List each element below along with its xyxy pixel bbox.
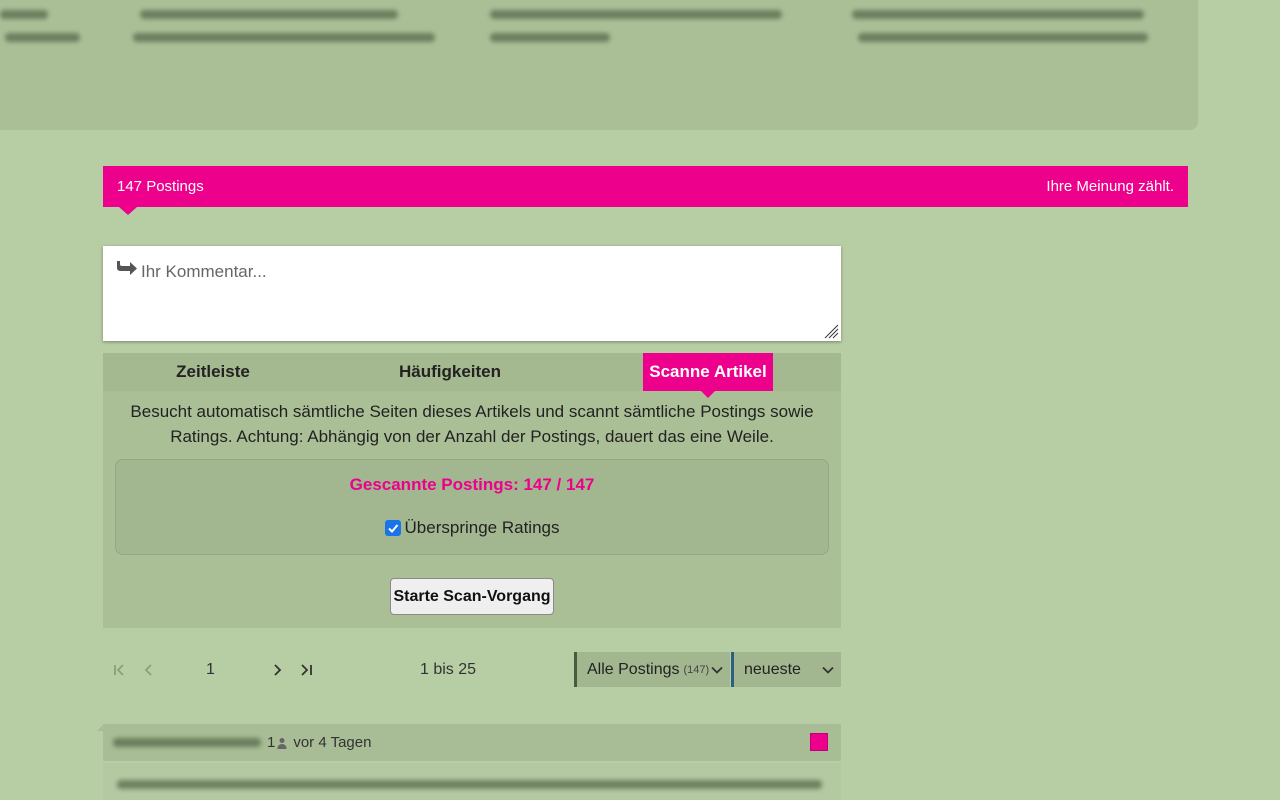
sort-label: neueste xyxy=(744,660,801,678)
pagination: 1 1 bis 25 Alle Postings (147) neueste xyxy=(103,652,841,687)
bar-notch xyxy=(119,207,137,215)
follower-count: 1 xyxy=(267,734,276,751)
scan-panel: Zeitleiste Häufigkeiten Scanne Artikel B… xyxy=(103,353,841,628)
comment-placeholder: Ihr Kommentar... xyxy=(141,262,267,281)
filter-count: (147) xyxy=(683,663,710,676)
blurred-text xyxy=(140,10,398,19)
blurred-text xyxy=(5,33,80,42)
chevron-down-icon xyxy=(822,666,834,674)
blurred-text xyxy=(852,10,1144,19)
posting-age: vor 4 Tagen xyxy=(293,734,372,751)
tab-label: Häufigkeiten xyxy=(398,362,502,381)
tab-zeitleiste[interactable]: Zeitleiste xyxy=(163,353,263,391)
blurred-text xyxy=(117,780,822,789)
tab-haeufigkeiten[interactable]: Häufigkeiten xyxy=(388,353,512,391)
fold-corner xyxy=(97,723,105,731)
first-page-icon[interactable] xyxy=(111,661,129,679)
resize-handle-icon[interactable] xyxy=(823,323,839,339)
blurred-username xyxy=(113,738,261,747)
postings-filter-select[interactable]: Alle Postings (147) xyxy=(574,652,730,687)
blurred-text xyxy=(133,33,435,42)
user-icon xyxy=(277,737,287,749)
start-scan-button[interactable]: Starte Scan-Vorgang xyxy=(390,578,554,615)
skip-ratings-label[interactable]: Überspringe Ratings xyxy=(405,518,560,538)
chevron-down-icon xyxy=(711,666,723,674)
checkmark-icon xyxy=(387,524,398,533)
page-range: 1 bis 25 xyxy=(420,661,477,678)
article-header-panel xyxy=(0,0,1198,130)
tab-scanne-artikel[interactable]: Scanne Artikel xyxy=(643,353,773,398)
blurred-text xyxy=(858,33,1148,42)
blurred-text xyxy=(490,10,782,19)
postings-header-bar: 147 Postings Ihre Meinung zählt. xyxy=(103,166,1188,215)
tab-bar: Zeitleiste Häufigkeiten Scanne Artikel xyxy=(103,353,841,398)
posting-meta: 1 vor 4 Tagen xyxy=(267,734,371,751)
tab-label: Zeitleiste xyxy=(176,362,250,381)
tab-notch xyxy=(701,391,715,398)
blurred-text xyxy=(0,10,48,19)
posting-body xyxy=(103,763,841,800)
scan-count: Gescannte Postings: 147 / 147 xyxy=(349,475,595,494)
last-page-icon[interactable] xyxy=(297,661,315,679)
reply-arrow-icon xyxy=(117,261,137,275)
tab-label: Scanne Artikel xyxy=(649,362,767,381)
comment-input[interactable]: Ihr Kommentar... xyxy=(103,246,841,341)
postings-count: 147 Postings xyxy=(117,178,204,195)
filter-label: Alle Postings xyxy=(587,660,680,678)
postings-tagline: Ihre Meinung zählt. xyxy=(1046,178,1174,195)
scan-description: Besucht automatisch sämtliche Seiten die… xyxy=(130,402,814,446)
blurred-text xyxy=(490,33,610,42)
skip-ratings-row: Überspringe Ratings xyxy=(116,518,828,538)
skip-ratings-checkbox[interactable] xyxy=(384,520,401,536)
posting-flag[interactable] xyxy=(810,733,828,751)
sort-select[interactable]: neueste xyxy=(731,652,841,687)
scan-status-box: Gescannte Postings: 147 / 147 Überspring… xyxy=(115,459,829,555)
current-page[interactable]: 1 xyxy=(206,661,215,679)
prev-page-icon[interactable] xyxy=(140,661,158,679)
posting-header: 1 vor 4 Tagen xyxy=(97,723,841,761)
next-page-icon[interactable] xyxy=(268,661,286,679)
